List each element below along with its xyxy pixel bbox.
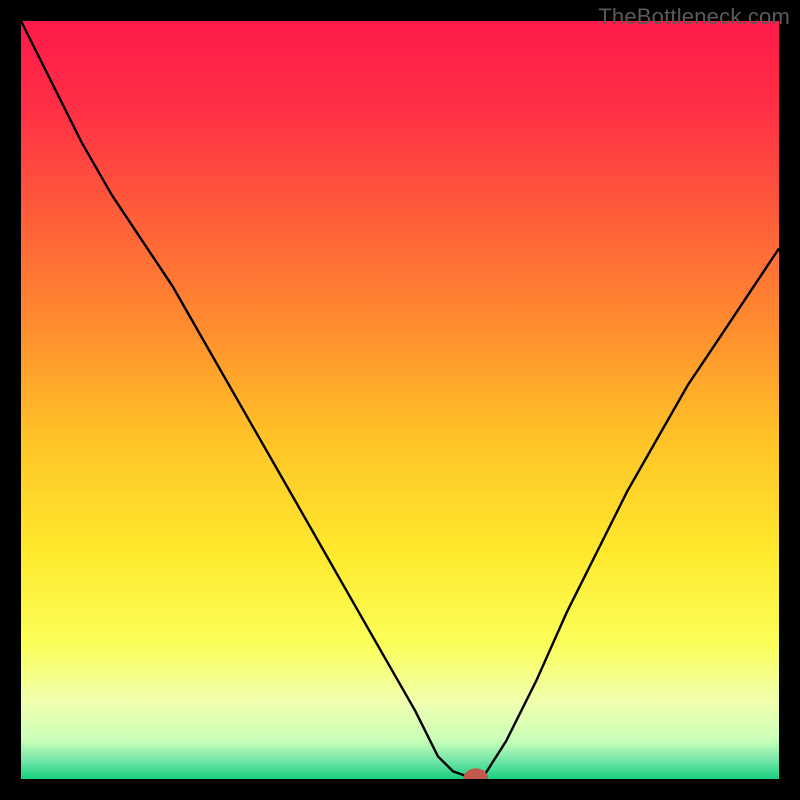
gradient-background [21, 21, 779, 779]
chart-svg [21, 21, 779, 779]
chart-frame: TheBottleneck.com [0, 0, 800, 800]
plot-area [21, 21, 779, 779]
watermark-text: TheBottleneck.com [598, 4, 790, 30]
